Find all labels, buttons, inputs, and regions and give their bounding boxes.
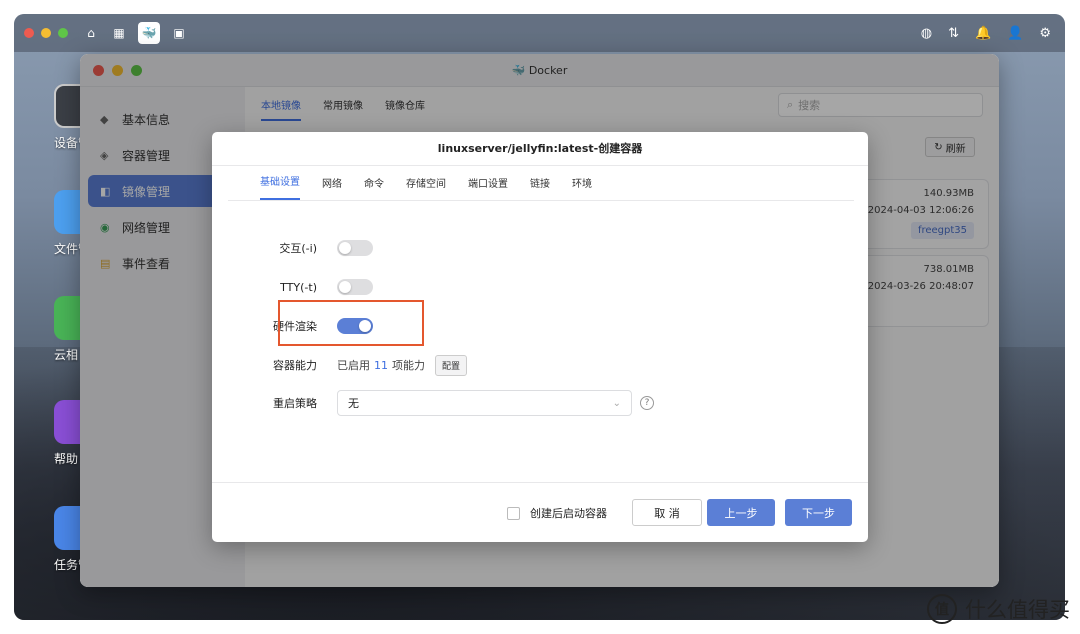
toggle-knob <box>339 242 351 254</box>
transfer-icon[interactable]: ⇅ <box>948 26 959 41</box>
dialog-tabs: 基础设置 网络 命令 存储空间 端口设置 链接 环境 <box>228 166 854 201</box>
home-icon[interactable]: ⌂ <box>82 24 100 42</box>
globe-icon[interactable]: ◍ <box>921 26 932 41</box>
restart-policy-row: 重启策略 无 ⌄ ? <box>212 390 868 416</box>
restart-policy-label: 重启策略 <box>273 397 317 410</box>
maximize-dot[interactable] <box>58 28 68 38</box>
interactive-label: 交互(-i) <box>279 242 317 255</box>
restart-policy-select[interactable]: 无 ⌄ <box>337 390 632 416</box>
user-icon[interactable]: 👤 <box>1007 26 1023 41</box>
watermark-text: 什么值得买 <box>965 598 1070 622</box>
tab-command[interactable]: 命令 <box>364 175 384 200</box>
configure-capabilities-button[interactable]: 配置 <box>435 354 468 376</box>
tty-label: TTY(-t) <box>280 280 317 294</box>
tab-ports[interactable]: 端口设置 <box>468 175 508 200</box>
autostart-option[interactable]: 创建后启动容器 <box>507 505 607 521</box>
tab-network[interactable]: 网络 <box>322 175 342 200</box>
dialog-footer: 创建后启动容器 取 消 上一步 下一步 <box>212 482 868 542</box>
watermark-logo: 值 <box>927 594 957 624</box>
docker-app-icon[interactable]: 🐳 <box>138 22 160 44</box>
terminal-app-icon[interactable]: ▣ <box>170 24 188 42</box>
close-dot[interactable] <box>24 28 34 38</box>
highlight-box <box>278 300 424 346</box>
interactive-row: 交互(-i) <box>212 236 868 260</box>
capabilities-summary: 已启用 11 项能力 配置 <box>337 354 468 376</box>
system-topbar: ⌂ ▦ 🐳 ▣ ◍ ⇅ 🔔 👤 ⚙ <box>14 14 1065 52</box>
tab-storage[interactable]: 存储空间 <box>406 175 446 200</box>
topbar-apps: ⌂ ▦ 🐳 ▣ <box>82 22 188 44</box>
bell-icon[interactable]: 🔔 <box>975 26 991 41</box>
app-grid-icon[interactable]: ▦ <box>110 24 128 42</box>
next-step-button[interactable]: 下一步 <box>785 499 852 526</box>
capabilities-prefix: 已启用 <box>337 359 370 372</box>
watermark: 值 什么值得买 <box>927 594 1070 624</box>
restart-policy-value: 无 <box>348 397 359 410</box>
capabilities-label: 容器能力 <box>273 359 317 372</box>
tab-environment[interactable]: 环境 <box>572 175 592 200</box>
interactive-toggle[interactable] <box>337 240 373 256</box>
previous-step-button[interactable]: 上一步 <box>707 499 775 526</box>
autostart-checkbox[interactable] <box>507 506 520 520</box>
tab-basic-settings[interactable]: 基础设置 <box>260 173 300 200</box>
topbar-tray: ◍ ⇅ 🔔 👤 ⚙ <box>921 26 1051 41</box>
tab-links[interactable]: 链接 <box>530 175 550 200</box>
topbar-window-controls <box>24 28 68 38</box>
settings-icon[interactable]: ⚙ <box>1039 26 1051 41</box>
capabilities-row: 容器能力 已启用 11 项能力 配置 <box>212 353 868 377</box>
cancel-button[interactable]: 取 消 <box>632 499 702 526</box>
toggle-knob <box>339 281 351 293</box>
help-icon[interactable]: ? <box>640 396 654 410</box>
chevron-down-icon: ⌄ <box>612 397 621 409</box>
minimize-dot[interactable] <box>41 28 51 38</box>
create-container-dialog: linuxserver/jellyfin:latest-创建容器 基础设置 网络… <box>212 132 868 542</box>
dialog-title: linuxserver/jellyfin:latest-创建容器 <box>212 132 868 166</box>
tty-row: TTY(-t) <box>212 275 868 299</box>
capabilities-count: 11 <box>374 358 388 372</box>
capabilities-suffix: 项能力 <box>392 359 425 372</box>
autostart-label: 创建后启动容器 <box>530 507 607 520</box>
tty-toggle[interactable] <box>337 279 373 295</box>
